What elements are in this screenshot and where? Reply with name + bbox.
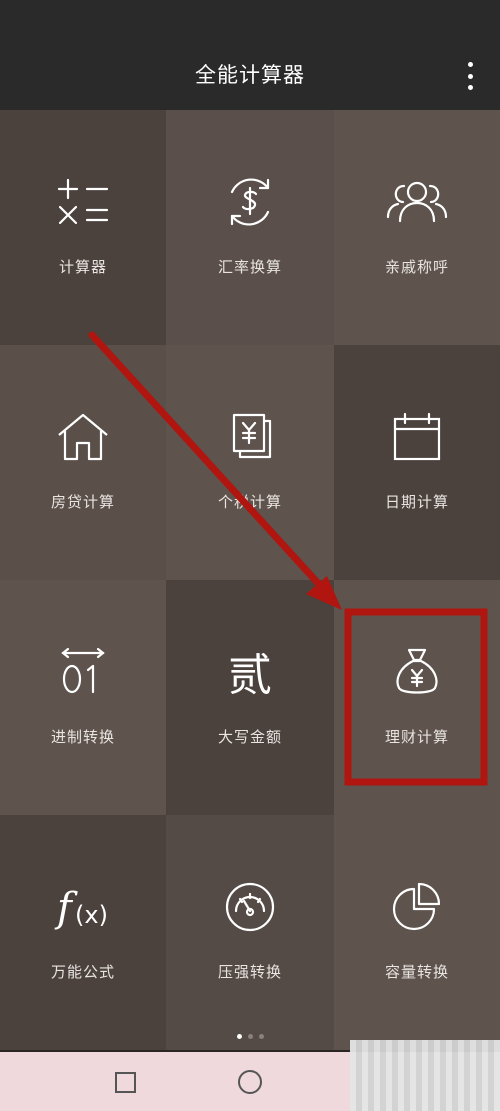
tile-income-tax[interactable]: 个税计算 bbox=[166, 345, 334, 580]
app-title: 全能计算器 bbox=[195, 63, 305, 87]
page-dot[interactable] bbox=[247, 1034, 253, 1039]
tile-label: 房贷计算 bbox=[50, 493, 115, 511]
pixelated-watermark bbox=[350, 1040, 500, 1111]
house-icon bbox=[48, 407, 118, 467]
tile-label: 大写金额 bbox=[217, 728, 282, 746]
page-indicator bbox=[0, 1034, 500, 1039]
pressure-gauge-icon bbox=[215, 877, 285, 937]
currency-exchange-icon bbox=[215, 172, 285, 232]
square-icon[interactable] bbox=[115, 1072, 136, 1093]
tile-pressure[interactable]: 压强转换 bbox=[166, 815, 334, 1050]
tile-capacity[interactable]: 容量转换 bbox=[334, 815, 500, 1050]
status-bar bbox=[0, 0, 500, 40]
screen: 全能计算器 计算器 汇率换算 亲戚称呼 房贷计算 个税计算 日期计算 进制转换 … bbox=[0, 0, 500, 1111]
tile-label: 万能公式 bbox=[50, 963, 115, 981]
tile-finance[interactable]: 理财计算 bbox=[334, 580, 500, 815]
tax-document-icon bbox=[215, 407, 285, 467]
more-vertical-icon[interactable] bbox=[458, 62, 482, 90]
tile-label: 计算器 bbox=[58, 258, 107, 276]
calculator-icon bbox=[48, 172, 118, 232]
tile-mortgage[interactable]: 房贷计算 bbox=[0, 345, 166, 580]
tile-calculator[interactable]: 计算器 bbox=[0, 110, 166, 345]
money-bag-icon bbox=[382, 642, 452, 702]
tile-label: 容量转换 bbox=[384, 963, 449, 981]
tile-exchange-rate[interactable]: 汇率换算 bbox=[166, 110, 334, 345]
tool-grid: 计算器 汇率换算 亲戚称呼 房贷计算 个税计算 日期计算 进制转换 贰 大写金额… bbox=[0, 110, 500, 1050]
tile-label: 个税计算 bbox=[217, 493, 282, 511]
tile-label: 日期计算 bbox=[384, 493, 449, 511]
tile-label: 压强转换 bbox=[217, 963, 282, 981]
tile-uppercase-amount[interactable]: 贰 大写金额 bbox=[166, 580, 334, 815]
tile-label: 汇率换算 bbox=[217, 258, 282, 276]
page-dot[interactable] bbox=[258, 1034, 264, 1039]
app-header: 全能计算器 bbox=[0, 40, 500, 110]
tile-date[interactable]: 日期计算 bbox=[334, 345, 500, 580]
circle-icon[interactable] bbox=[238, 1070, 262, 1094]
tile-label: 进制转换 bbox=[50, 728, 115, 746]
formula-icon: f (x) bbox=[48, 877, 118, 937]
page-dot[interactable] bbox=[236, 1034, 242, 1039]
svg-text:(x): (x) bbox=[75, 901, 108, 929]
svg-text:贰: 贰 bbox=[228, 650, 272, 698]
calendar-icon bbox=[382, 407, 452, 467]
binary-icon bbox=[48, 642, 118, 702]
people-icon bbox=[382, 172, 452, 232]
tile-base-conversion[interactable]: 进制转换 bbox=[0, 580, 166, 815]
tile-label: 理财计算 bbox=[384, 728, 449, 746]
chinese-numeral-icon: 贰 bbox=[215, 642, 285, 702]
tile-formula[interactable]: f (x) 万能公式 bbox=[0, 815, 166, 1050]
tile-relatives[interactable]: 亲戚称呼 bbox=[334, 110, 500, 345]
tile-label: 亲戚称呼 bbox=[384, 258, 449, 276]
pie-chart-icon bbox=[382, 877, 452, 937]
